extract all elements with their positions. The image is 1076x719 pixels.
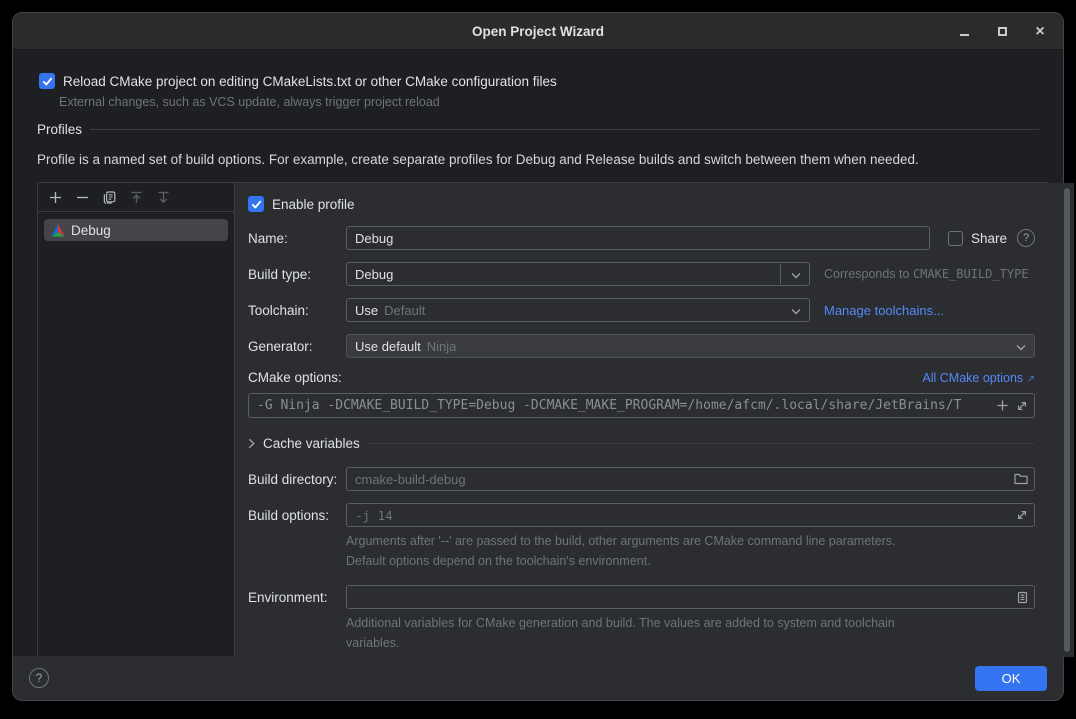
reload-cmake-checkbox[interactable] — [39, 73, 55, 89]
generator-label: Generator: — [248, 339, 346, 354]
reload-cmake-comment: External changes, such as VCS update, al… — [59, 95, 440, 109]
toolchain-label: Toolchain: — [248, 303, 346, 318]
move-up-button[interactable] — [129, 190, 143, 204]
move-down-button[interactable] — [156, 190, 170, 204]
remove-profile-button[interactable] — [75, 190, 89, 204]
help-button[interactable]: ? — [29, 668, 49, 688]
cmake-options-label: CMake options: — [248, 370, 342, 385]
expand-icon[interactable] — [1016, 400, 1028, 412]
ok-button[interactable]: OK — [975, 666, 1047, 691]
environment-label: Environment: — [248, 590, 346, 605]
cache-variables-divider — [368, 443, 1035, 444]
profile-list-pane: Debug — [38, 183, 235, 657]
toolchain-value-secondary: Default — [384, 303, 425, 318]
minimize-button[interactable] — [957, 25, 971, 39]
build-options-help: Arguments after '--' are passed to the b… — [346, 531, 1035, 571]
profiles-divider — [90, 129, 1039, 130]
generator-value-secondary: Ninja — [427, 339, 457, 354]
add-option-icon[interactable] — [996, 399, 1009, 412]
chevron-down-icon — [791, 272, 801, 279]
enable-profile-option[interactable]: Enable profile — [248, 196, 1035, 212]
toolchain-value: Use — [355, 303, 378, 318]
profile-list-item-debug[interactable]: Debug — [44, 219, 228, 241]
build-options-label: Build options: — [248, 508, 346, 523]
build-directory-input[interactable] — [346, 467, 1035, 491]
manage-toolchains-link[interactable]: Manage toolchains... — [824, 303, 944, 318]
reload-cmake-label: Reload CMake project on editing CMakeLis… — [63, 74, 557, 89]
external-link-icon: ↗ — [1027, 374, 1035, 385]
generator-select[interactable]: Use default Ninja — [346, 334, 1035, 358]
expand-icon[interactable] — [1016, 509, 1028, 521]
build-type-value: Debug — [355, 267, 393, 282]
profiles-panel: Debug Enable profile Name: Share ? — [37, 182, 1049, 658]
title-bar[interactable]: Open Project Wizard × — [13, 13, 1063, 50]
profiles-section-title: Profiles — [37, 122, 82, 137]
dialog-footer: ? OK — [13, 656, 1063, 700]
window-title: Open Project Wizard — [13, 13, 1063, 50]
profiles-description: Profile is a named set of build options.… — [37, 152, 919, 167]
build-directory-label: Build directory: — [248, 472, 346, 487]
reload-cmake-option[interactable]: Reload CMake project on editing CMakeLis… — [39, 73, 557, 89]
move-up-icon — [130, 191, 143, 204]
chevron-down-icon — [791, 308, 801, 315]
close-button[interactable]: × — [1033, 25, 1047, 39]
checkmark-icon — [42, 76, 53, 87]
enable-profile-checkbox[interactable] — [248, 196, 264, 212]
build-type-label: Build type: — [248, 267, 346, 282]
toolchain-select[interactable]: Use Default — [346, 298, 810, 322]
chevron-right-icon — [248, 438, 255, 449]
variables-list-icon[interactable] — [1017, 591, 1028, 604]
name-label: Name: — [248, 231, 346, 246]
combo-separator — [780, 264, 781, 284]
cmake-options-input[interactable]: -G Ninja -DCMAKE_BUILD_TYPE=Debug -DCMAK… — [248, 393, 1035, 418]
plus-icon — [49, 191, 62, 204]
minimize-icon — [960, 34, 969, 36]
all-cmake-options-link[interactable]: All CMake options ↗ — [922, 371, 1035, 385]
profile-list: Debug — [38, 212, 234, 248]
move-down-icon — [157, 191, 170, 204]
maximize-button[interactable] — [995, 25, 1009, 39]
cache-variables-section[interactable]: Cache variables — [248, 436, 1035, 451]
profile-list-toolbar — [38, 183, 234, 212]
copy-profile-button[interactable] — [102, 190, 116, 204]
environment-input[interactable] — [346, 585, 1035, 609]
close-icon: × — [1035, 25, 1044, 39]
maximize-icon — [998, 27, 1007, 36]
share-checkbox[interactable] — [948, 231, 963, 246]
generator-value: Use default — [355, 339, 421, 354]
environment-help: Additional variables for CMake generatio… — [346, 613, 1035, 653]
vertical-scrollbar[interactable] — [1064, 188, 1070, 652]
folder-icon[interactable] — [1014, 473, 1028, 485]
name-input[interactable] — [346, 226, 930, 250]
build-type-select[interactable]: Debug — [346, 262, 810, 286]
share-label: Share — [971, 231, 1007, 246]
cache-variables-label: Cache variables — [263, 436, 360, 451]
profile-settings-pane: Enable profile Name: Share ? Build type:… — [235, 183, 1074, 657]
chevron-down-icon — [1016, 344, 1026, 351]
cmake-options-value: -G Ninja -DCMAKE_BUILD_TYPE=Debug -DCMAK… — [257, 398, 961, 413]
share-help-icon[interactable]: ? — [1017, 229, 1035, 247]
copy-icon — [103, 191, 116, 204]
enable-profile-label: Enable profile — [272, 197, 355, 212]
add-profile-button[interactable] — [48, 190, 62, 204]
cmake-icon — [51, 223, 65, 237]
open-project-wizard-dialog: Open Project Wizard × Reload CMake proje… — [12, 12, 1064, 701]
build-options-input[interactable] — [346, 503, 1035, 527]
profile-item-label: Debug — [71, 223, 111, 238]
minus-icon — [76, 191, 89, 204]
build-type-hint: Corresponds to CMAKE_BUILD_TYPE — [824, 267, 1029, 281]
checkmark-icon — [251, 199, 262, 210]
